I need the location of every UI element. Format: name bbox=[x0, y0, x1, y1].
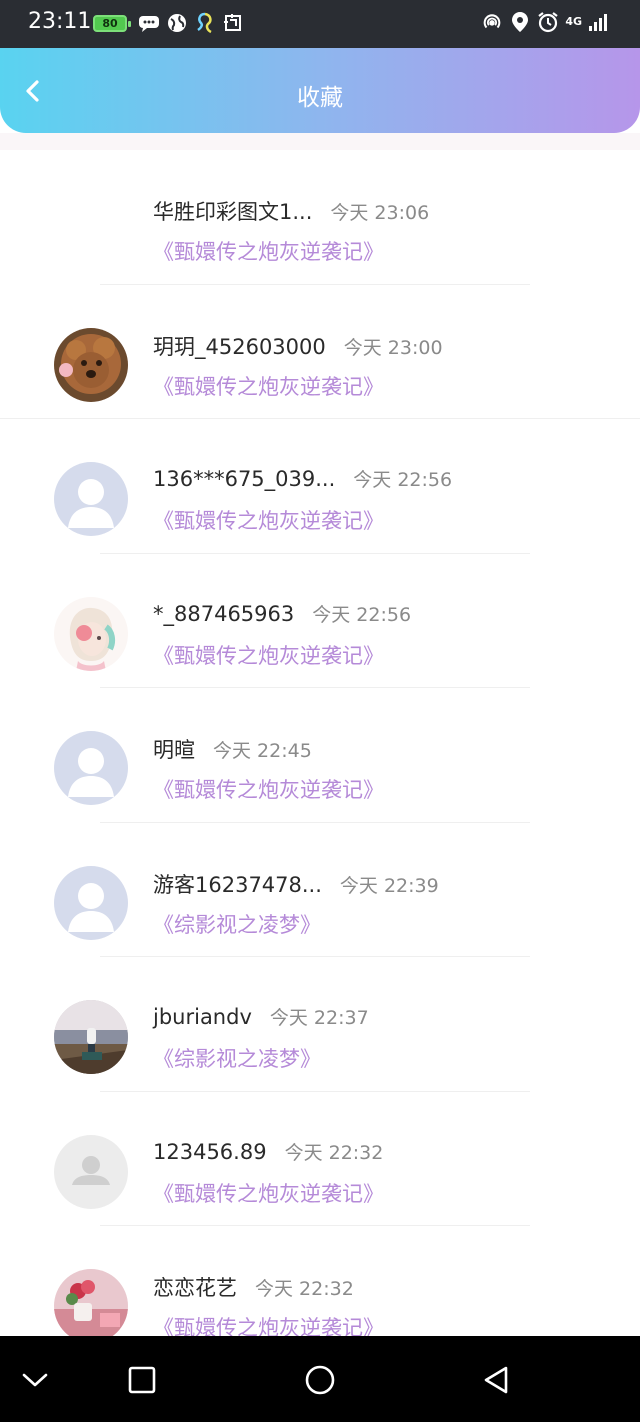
book-title[interactable]: 《甄嬛传之炮灰逆袭记》 bbox=[153, 371, 384, 401]
network-type: 4G bbox=[565, 15, 582, 28]
alarm-icon bbox=[537, 11, 559, 33]
header-spacer bbox=[0, 133, 640, 150]
book-title[interactable]: 《甄嬛传之炮灰逆袭记》 bbox=[153, 505, 384, 535]
globe-icon bbox=[166, 12, 188, 34]
user-name: 玥玥_452603000 bbox=[153, 334, 326, 359]
list-item[interactable]: 123456.89 今天 22:32 《甄嬛传之炮灰逆袭记》 bbox=[0, 1092, 640, 1226]
home-button[interactable] bbox=[300, 1360, 340, 1400]
app-icon bbox=[194, 12, 216, 34]
user-name: 123456.89 bbox=[153, 1139, 267, 1164]
signal-icon bbox=[588, 11, 610, 33]
screenshot-icon bbox=[222, 12, 244, 34]
avatar bbox=[54, 1269, 128, 1336]
user-name: *_887465963 bbox=[153, 601, 295, 626]
timestamp: 今天 22:45 bbox=[213, 740, 312, 762]
list-item[interactable]: 华胜印彩图文1... 今天 23:06 《甄嬛传之炮灰逆袭记》 bbox=[0, 150, 640, 285]
system-nav-bar bbox=[0, 1336, 640, 1422]
list-item[interactable]: 游客16237478... 今天 22:39 《综影视之凌梦》 bbox=[0, 823, 640, 957]
recents-button[interactable] bbox=[122, 1360, 162, 1400]
timestamp: 今天 22:56 bbox=[353, 469, 453, 491]
book-title[interactable]: 《综影视之凌梦》 bbox=[153, 909, 321, 939]
square-icon bbox=[128, 1366, 156, 1394]
circle-icon bbox=[305, 1365, 335, 1395]
status-time: 23:11 bbox=[28, 9, 92, 34]
chevron-down-icon bbox=[22, 1373, 48, 1387]
list-item[interactable]: *_887465963 今天 22:56 《甄嬛传之炮灰逆袭记》 bbox=[0, 554, 640, 688]
favorites-list: 华胜印彩图文1... 今天 23:06 《甄嬛传之炮灰逆袭记》 玥玥_45260… bbox=[0, 150, 640, 1336]
default-user-icon bbox=[68, 479, 114, 528]
book-title[interactable]: 《甄嬛传之炮灰逆袭记》 bbox=[153, 1312, 384, 1336]
user-name: 136***675_039... bbox=[153, 467, 336, 491]
timestamp: 今天 22:39 bbox=[339, 874, 439, 897]
list-item[interactable]: 玥玥_452603000 今天 23:00 《甄嬛传之炮灰逆袭记》 bbox=[0, 285, 640, 419]
book-title[interactable]: 《综影视之凌梦》 bbox=[153, 1043, 321, 1073]
user-name: 明暄 bbox=[153, 738, 195, 762]
list-item[interactable]: jburiandv 今天 22:37 《综影视之凌梦》 bbox=[0, 957, 640, 1092]
timestamp: 今天 22:32 bbox=[255, 1278, 354, 1300]
avatar bbox=[54, 865, 128, 940]
list-item[interactable]: 明暄 今天 22:45 《甄嬛传之炮灰逆袭记》 bbox=[0, 688, 640, 823]
triangle-back-icon bbox=[484, 1366, 508, 1394]
avatar bbox=[54, 731, 128, 805]
hotspot-icon bbox=[481, 11, 503, 33]
user-name: jburiandv bbox=[153, 1005, 252, 1029]
user-name: 华胜印彩图文1... bbox=[153, 200, 313, 224]
avatar bbox=[54, 1000, 128, 1074]
grey-user-icon bbox=[72, 1155, 110, 1185]
book-title[interactable]: 《甄嬛传之炮灰逆袭记》 bbox=[153, 1178, 384, 1208]
user-name: 游客16237478... bbox=[153, 872, 322, 897]
location-icon bbox=[509, 11, 531, 33]
avatar bbox=[54, 596, 128, 671]
chat-icon bbox=[138, 12, 160, 34]
user-name: 恋恋花艺 bbox=[153, 1276, 237, 1300]
avatar bbox=[54, 462, 128, 536]
status-icons-left bbox=[138, 12, 244, 34]
avatar bbox=[54, 327, 128, 402]
book-title[interactable]: 《甄嬛传之炮灰逆袭记》 bbox=[153, 774, 384, 804]
book-title[interactable]: 《甄嬛传之炮灰逆袭记》 bbox=[153, 640, 384, 670]
default-user-icon bbox=[68, 748, 114, 797]
list-item[interactable]: 恋恋花艺 今天 22:32 《甄嬛传之炮灰逆袭记》 bbox=[0, 1226, 640, 1336]
battery-indicator: 80 bbox=[93, 15, 131, 32]
default-user-icon bbox=[68, 882, 114, 932]
timestamp: 今天 23:00 bbox=[343, 336, 443, 359]
list-item[interactable]: 136***675_039... 今天 22:56 《甄嬛传之炮灰逆袭记》 bbox=[0, 419, 640, 554]
status-bar: 23:11 80 4G bbox=[0, 0, 640, 48]
avatar bbox=[54, 193, 128, 267]
system-back-button[interactable] bbox=[476, 1360, 516, 1400]
timestamp: 今天 22:56 bbox=[312, 603, 412, 626]
timestamp: 今天 22:32 bbox=[284, 1141, 384, 1164]
page-title: 收藏 bbox=[297, 85, 343, 111]
timestamp: 今天 23:06 bbox=[330, 202, 430, 224]
timestamp: 今天 22:37 bbox=[269, 1007, 369, 1029]
app-header: 收藏 bbox=[0, 48, 640, 133]
collapse-button[interactable] bbox=[15, 1360, 55, 1400]
avatar bbox=[54, 1134, 128, 1209]
book-title[interactable]: 《甄嬛传之炮灰逆袭记》 bbox=[153, 236, 384, 266]
status-icons-right: 4G bbox=[481, 11, 610, 33]
